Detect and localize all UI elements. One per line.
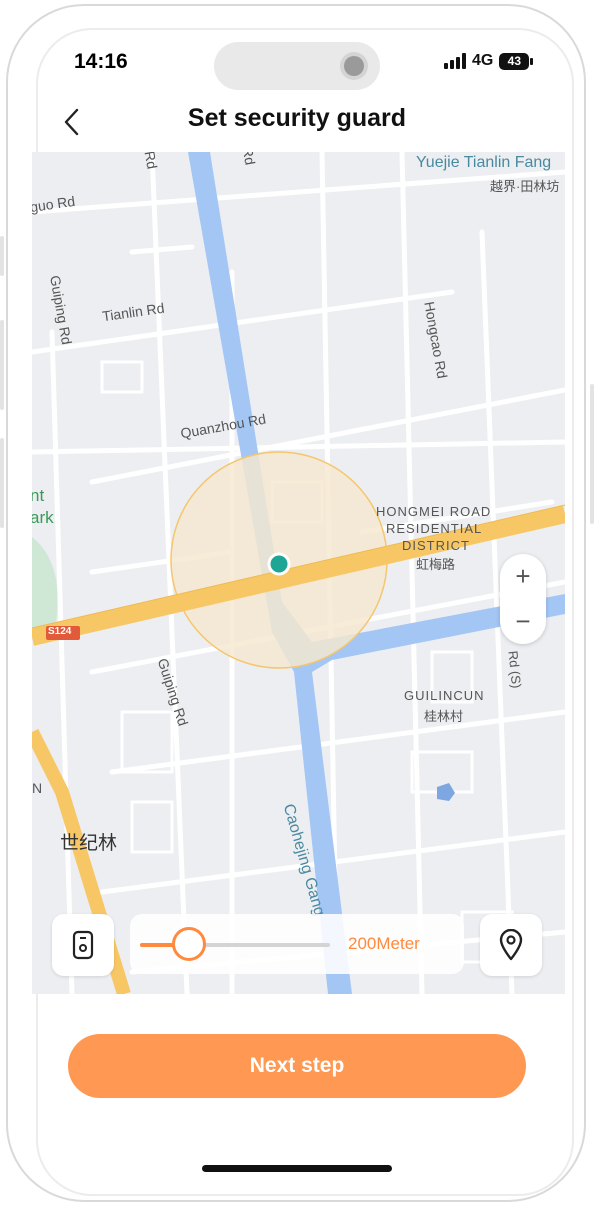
battery-level: 43 — [507, 54, 522, 68]
map-label: 越界·田林坊 — [490, 179, 560, 194]
zoom-out-button[interactable]: − — [500, 599, 546, 644]
network-type: 4G — [472, 52, 494, 69]
dynamic-island — [214, 42, 380, 90]
zoom-control: + − — [500, 554, 546, 644]
radius-slider-panel: 200Meter — [130, 914, 464, 974]
radius-value: 200Meter — [348, 934, 420, 953]
map-label: 虹梅路 — [416, 557, 456, 572]
volume-button — [0, 438, 4, 528]
side-button — [0, 236, 4, 276]
map-label: S124 — [48, 626, 72, 637]
signal-icon — [444, 53, 466, 69]
volume-button — [0, 320, 4, 410]
map-label: DISTRICT — [402, 538, 470, 553]
location-pin-icon — [499, 929, 523, 961]
chevron-left-icon — [64, 108, 79, 136]
battery-icon: 43 — [499, 52, 534, 70]
home-indicator — [202, 1165, 392, 1172]
zoom-in-button[interactable]: + — [500, 554, 546, 599]
map-label: HONGMEI ROAD — [376, 504, 492, 519]
page-title: Set security guard — [187, 104, 407, 132]
next-step-button[interactable]: Next step — [68, 1034, 526, 1098]
map-label: ark — [32, 508, 54, 527]
map-label: N — [32, 780, 43, 796]
map-label: Yuejie Tianlin Fang — [416, 154, 552, 171]
back-button[interactable] — [52, 102, 92, 142]
watch-device-icon — [72, 930, 94, 960]
device-location-button[interactable] — [52, 914, 114, 976]
map-label: nt — [32, 486, 45, 505]
power-button — [590, 384, 594, 524]
status-time: 14:16 — [74, 50, 128, 73]
radius-slider-thumb[interactable] — [172, 927, 207, 961]
map-label: 世纪林 — [60, 833, 118, 854]
map-label: RESIDENTIAL — [386, 521, 483, 536]
radius-slider-track[interactable] — [140, 943, 330, 947]
my-location-button[interactable] — [480, 914, 542, 976]
map-label: Rd — [141, 152, 161, 171]
map-label: 桂林村 — [424, 709, 464, 724]
status-indicators: 4G 43 — [444, 52, 534, 70]
map-label: GUILINCUN — [404, 688, 485, 703]
map-view[interactable]: Yuejie Tianlin Fang 越界·田林坊 guo Rd Guipin… — [32, 152, 565, 994]
camera-icon — [344, 56, 364, 76]
